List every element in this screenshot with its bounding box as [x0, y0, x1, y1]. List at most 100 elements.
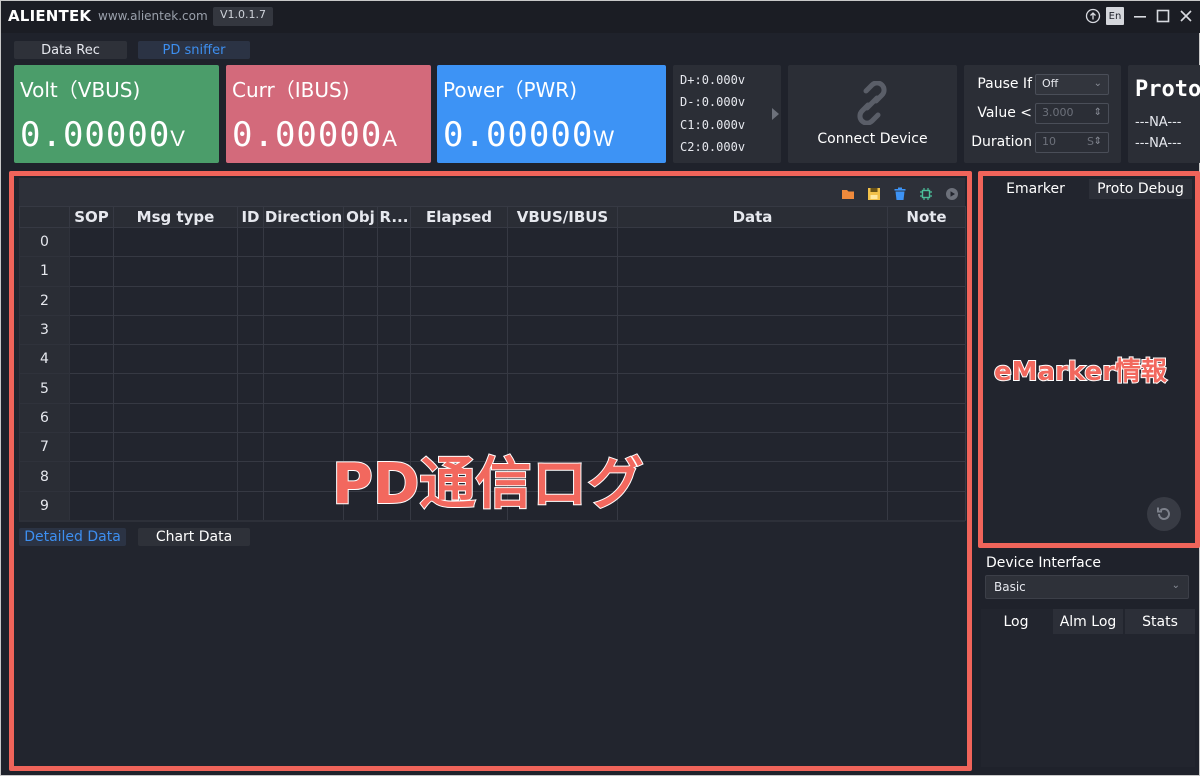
table-cell[interactable]	[263, 344, 344, 375]
device-interface-select[interactable]: Basic ⌄	[985, 575, 1189, 599]
table-cell[interactable]	[69, 432, 114, 463]
table-cell[interactable]	[377, 402, 411, 434]
table-cell[interactable]	[617, 490, 888, 521]
column-header-elapsed[interactable]: Elapsed	[410, 206, 508, 228]
table-cell[interactable]	[69, 226, 114, 258]
panel-splitter[interactable]	[19, 520, 965, 522]
table-cell[interactable]	[887, 285, 966, 316]
table-cell[interactable]	[343, 256, 378, 287]
column-header-obj[interactable]: Obj	[343, 206, 378, 228]
table-cell[interactable]	[343, 344, 378, 375]
table-cell[interactable]	[887, 402, 966, 434]
column-header-note[interactable]: Note	[887, 206, 966, 228]
table-cell[interactable]	[410, 373, 508, 404]
table-cell[interactable]	[617, 461, 888, 492]
tab-alm-log[interactable]: Alm Log	[1053, 609, 1123, 634]
table-cell[interactable]	[617, 256, 888, 287]
column-header-sop[interactable]: SOP	[69, 206, 114, 228]
table-cell[interactable]	[410, 285, 508, 316]
table-cell[interactable]	[69, 314, 114, 346]
trash-icon[interactable]	[893, 187, 907, 201]
column-header-r[interactable]: R...	[377, 206, 411, 228]
open-folder-icon[interactable]	[841, 187, 855, 201]
table-row[interactable]: 6	[19, 402, 966, 434]
table-cell[interactable]	[263, 402, 344, 434]
table-cell[interactable]	[617, 432, 888, 463]
table-row[interactable]: 4	[19, 344, 966, 375]
maximize-icon[interactable]	[1154, 7, 1172, 25]
table-cell[interactable]	[113, 344, 238, 375]
column-header-id[interactable]: ID	[237, 206, 264, 228]
table-cell[interactable]	[410, 402, 508, 434]
table-cell[interactable]	[377, 285, 411, 316]
table-cell[interactable]	[237, 226, 264, 258]
tab-emarker[interactable]: Emarker	[984, 179, 1087, 199]
connect-device-button[interactable]: Connect Device	[788, 65, 957, 163]
table-cell[interactable]	[263, 226, 344, 258]
save-icon[interactable]	[867, 187, 881, 201]
column-header-direction[interactable]: Direction	[263, 206, 344, 228]
value-spinbox[interactable]: 3.000 ⇕	[1035, 103, 1109, 124]
tab-detailed-data[interactable]: Detailed Data	[19, 528, 126, 546]
table-cell[interactable]	[237, 402, 264, 434]
table-cell[interactable]	[263, 373, 344, 404]
table-cell[interactable]	[617, 226, 888, 258]
tab-data-rec[interactable]: Data Rec	[14, 41, 127, 59]
table-cell[interactable]	[410, 344, 508, 375]
table-cell[interactable]	[887, 490, 966, 521]
table-cell[interactable]	[113, 490, 238, 521]
table-cell[interactable]	[263, 314, 344, 346]
table-cell[interactable]	[69, 285, 114, 316]
table-cell[interactable]	[113, 461, 238, 492]
table-cell[interactable]	[343, 285, 378, 316]
table-cell[interactable]	[617, 373, 888, 404]
table-cell[interactable]	[113, 432, 238, 463]
table-cell[interactable]	[69, 373, 114, 404]
table-cell[interactable]	[507, 402, 618, 434]
table-cell[interactable]	[617, 344, 888, 375]
column-header-data[interactable]: Data	[617, 206, 888, 228]
table-cell[interactable]	[887, 226, 966, 258]
table-cell[interactable]	[237, 314, 264, 346]
table-cell[interactable]	[69, 461, 114, 492]
table-row[interactable]: 0	[19, 226, 966, 258]
table-cell[interactable]	[377, 344, 411, 375]
play-icon[interactable]	[945, 187, 959, 201]
table-cell[interactable]	[507, 344, 618, 375]
table-cell[interactable]	[113, 402, 238, 434]
table-cell[interactable]	[507, 373, 618, 404]
duration-spinbox[interactable]: 10 S ⇕	[1035, 132, 1109, 153]
table-cell[interactable]	[507, 314, 618, 346]
table-cell[interactable]	[113, 373, 238, 404]
table-row[interactable]: 1	[19, 256, 966, 287]
table-cell[interactable]	[887, 373, 966, 404]
table-cell[interactable]	[237, 461, 264, 492]
table-row[interactable]: 5	[19, 373, 966, 404]
table-cell[interactable]	[113, 256, 238, 287]
tab-log[interactable]: Log	[981, 609, 1051, 634]
tab-chart-data[interactable]: Chart Data	[138, 528, 250, 546]
table-cell[interactable]	[887, 432, 966, 463]
table-cell[interactable]	[617, 314, 888, 346]
table-cell[interactable]	[887, 256, 966, 287]
table-cell[interactable]	[113, 226, 238, 258]
tab-stats[interactable]: Stats	[1125, 609, 1195, 634]
minimize-icon[interactable]	[1131, 7, 1149, 25]
table-row[interactable]: 2	[19, 285, 966, 316]
table-cell[interactable]	[343, 402, 378, 434]
table-cell[interactable]	[113, 314, 238, 346]
table-cell[interactable]	[617, 285, 888, 316]
table-cell[interactable]	[113, 285, 238, 316]
column-header-vbus-ibus[interactable]: VBUS/IBUS	[507, 206, 618, 228]
table-cell[interactable]	[237, 432, 264, 463]
table-cell[interactable]	[410, 256, 508, 287]
upgrade-icon[interactable]	[1084, 7, 1102, 25]
table-cell[interactable]	[343, 373, 378, 404]
table-cell[interactable]	[887, 314, 966, 346]
table-cell[interactable]	[69, 344, 114, 375]
table-cell[interactable]	[69, 256, 114, 287]
table-cell[interactable]	[507, 256, 618, 287]
table-cell[interactable]	[343, 226, 378, 258]
table-cell[interactable]	[887, 461, 966, 492]
tab-proto-debug[interactable]: Proto Debug	[1089, 179, 1192, 199]
